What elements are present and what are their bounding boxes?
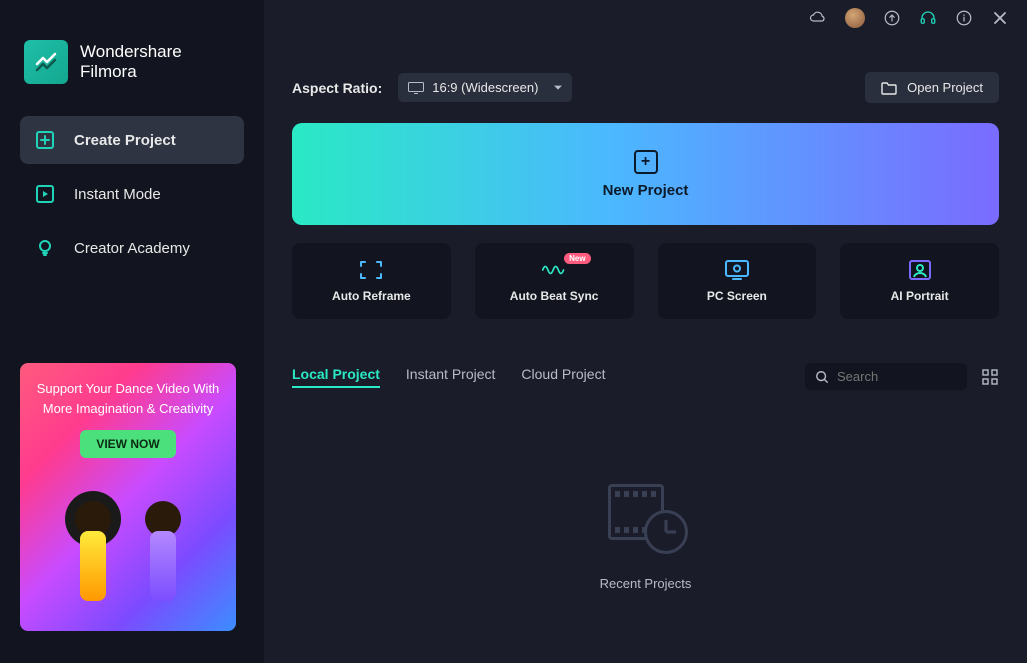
portrait-icon <box>907 259 933 281</box>
nav-instant-mode[interactable]: Instant Mode <box>20 170 244 218</box>
headphones-icon[interactable] <box>919 9 937 27</box>
plus-document-icon: + <box>634 150 658 174</box>
toolbar: Aspect Ratio: 16:9 (Widescreen) Open Pro… <box>264 36 1027 123</box>
recent-projects-label: Recent Projects <box>600 576 692 591</box>
feature-cards: Auto Reframe New Auto Beat Sync PC Scree… <box>292 243 999 319</box>
grid-view-icon[interactable] <box>981 368 999 386</box>
sidebar-nav: Create Project Instant Mode Creator Acad… <box>0 116 264 272</box>
nav-label: Instant Mode <box>74 186 161 203</box>
info-icon[interactable] <box>955 9 973 27</box>
open-project-label: Open Project <box>907 80 983 95</box>
search-icon <box>815 370 829 384</box>
promo-line1: Support Your Dance Video With <box>37 379 220 399</box>
folder-icon <box>881 81 897 95</box>
aspect-ratio-label: Aspect Ratio: <box>292 80 382 96</box>
promo-illustration <box>20 471 236 631</box>
waveform-icon <box>541 259 567 281</box>
play-square-icon <box>34 183 56 205</box>
aspect-ratio-select[interactable]: 16:9 (Widescreen) <box>398 73 572 102</box>
new-project-label: New Project <box>603 182 689 199</box>
project-tabs-row: Local Project Instant Project Cloud Proj… <box>292 363 999 390</box>
nav-label: Create Project <box>74 132 176 149</box>
monitor-icon <box>408 82 424 94</box>
new-badge: New <box>564 253 590 264</box>
sidebar: Wondershare Filmora Create Project Insta… <box>0 0 264 663</box>
cloud-icon[interactable] <box>809 9 827 27</box>
logo-text: Wondershare Filmora <box>80 42 182 82</box>
plus-square-icon <box>34 129 56 151</box>
screen-record-icon <box>724 259 750 281</box>
brand-line2: Filmora <box>80 62 182 82</box>
card-auto-reframe[interactable]: Auto Reframe <box>292 243 451 319</box>
content: + New Project Auto Reframe New Auto Beat… <box>264 123 1027 591</box>
logo-icon <box>24 40 68 84</box>
card-label: Auto Beat Sync <box>510 289 599 303</box>
nav-create-project[interactable]: Create Project <box>20 116 244 164</box>
promo-line2: More Imagination & Creativity <box>37 399 220 419</box>
brand-line1: Wondershare <box>80 42 182 62</box>
tab-local-project[interactable]: Local Project <box>292 366 380 388</box>
aspect-ratio-value: 16:9 (Widescreen) <box>432 80 538 95</box>
tab-cloud-project[interactable]: Cloud Project <box>521 366 605 388</box>
recent-empty-icon <box>604 484 688 554</box>
main-area: Aspect Ratio: 16:9 (Widescreen) Open Pro… <box>264 0 1027 663</box>
card-label: Auto Reframe <box>332 289 411 303</box>
card-ai-portrait[interactable]: AI Portrait <box>840 243 999 319</box>
avatar[interactable] <box>845 8 865 28</box>
close-icon[interactable] <box>991 9 1009 27</box>
reframe-icon <box>358 259 384 281</box>
search-box[interactable] <box>805 363 967 390</box>
open-project-button[interactable]: Open Project <box>865 72 999 103</box>
card-auto-beat-sync[interactable]: New Auto Beat Sync <box>475 243 634 319</box>
titlebar <box>264 0 1027 36</box>
upload-icon[interactable] <box>883 9 901 27</box>
card-pc-screen[interactable]: PC Screen <box>658 243 817 319</box>
app-logo: Wondershare Filmora <box>0 0 264 116</box>
lightbulb-icon <box>34 237 56 259</box>
promo-banner[interactable]: Support Your Dance Video With More Imagi… <box>20 363 236 631</box>
nav-creator-academy[interactable]: Creator Academy <box>20 224 244 272</box>
tab-instant-project[interactable]: Instant Project <box>406 366 496 388</box>
card-label: AI Portrait <box>891 289 949 303</box>
search-input[interactable] <box>837 369 957 384</box>
nav-label: Creator Academy <box>74 240 190 257</box>
project-tabs: Local Project Instant Project Cloud Proj… <box>292 366 605 388</box>
card-label: PC Screen <box>707 289 767 303</box>
new-project-button[interactable]: + New Project <box>292 123 999 225</box>
promo-text: Support Your Dance Video With More Imagi… <box>37 379 220 418</box>
recent-projects-empty: Recent Projects <box>292 484 999 591</box>
promo-view-now-button[interactable]: VIEW NOW <box>80 430 175 458</box>
